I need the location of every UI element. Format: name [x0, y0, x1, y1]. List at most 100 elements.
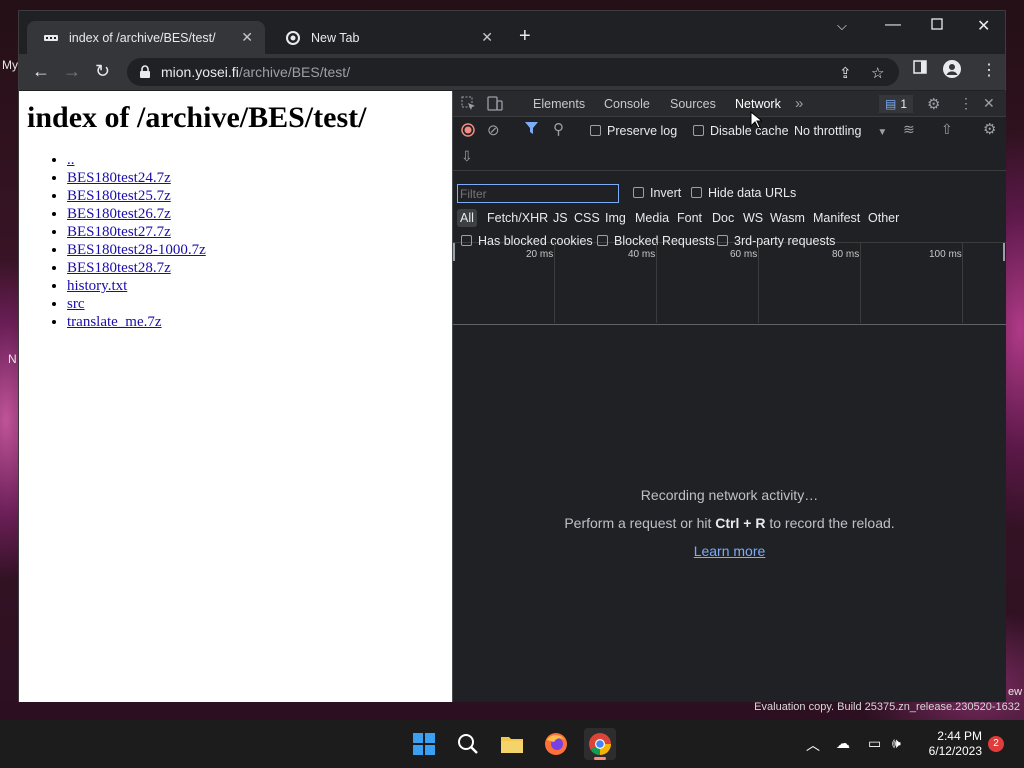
filter-input[interactable] — [457, 184, 619, 203]
timeline-right-handle[interactable] — [1003, 243, 1005, 261]
show-hidden-icons-chevron-icon[interactable]: ︿ — [806, 735, 820, 755]
file-link[interactable]: history.txt — [67, 278, 127, 294]
chrome-menu-icon[interactable]: ⋮ — [981, 60, 997, 80]
file-link[interactable]: translate_me.7z — [67, 314, 162, 330]
list-item: BES180test26.7z — [67, 205, 452, 223]
timeline-tick-label: 40 ms — [628, 249, 656, 260]
volume-icon[interactable]: 🕪 — [892, 735, 901, 752]
list-item: .. — [67, 151, 452, 169]
network-icon[interactable]: ▭ — [868, 735, 881, 752]
checkbox[interactable] — [691, 187, 702, 198]
type-filter-other[interactable]: Other — [865, 209, 902, 227]
checkbox[interactable] — [633, 187, 644, 198]
chrome-taskbar-icon[interactable] — [584, 728, 616, 760]
timeline-tick-label: 100 ms — [929, 249, 962, 260]
type-filter-font[interactable]: Font — [674, 209, 705, 227]
network-conditions-wifi-icon[interactable]: ≋ — [903, 121, 915, 138]
start-windows-icon[interactable] — [408, 728, 440, 760]
type-filter-wasm[interactable]: Wasm — [767, 209, 808, 227]
network-toolbar: ⊘ ⚲ Preserve log Disable cache No thrott… — [453, 117, 1006, 171]
file-link[interactable]: src — [67, 296, 85, 312]
close-tab-icon[interactable]: ✕ — [241, 29, 253, 46]
close-window-icon[interactable]: ✕ — [977, 16, 990, 36]
filter-funnel-icon[interactable] — [525, 122, 538, 138]
file-link[interactable]: BES180test25.7z — [67, 188, 171, 204]
file-link[interactable]: BES180test27.7z — [67, 224, 171, 240]
tab-elements[interactable]: Elements — [533, 97, 585, 111]
tab-network[interactable]: Network — [735, 97, 781, 111]
timeline-left-handle[interactable] — [453, 243, 455, 261]
invert-checkbox[interactable]: Invert — [633, 186, 681, 200]
preserve-log-checkbox[interactable]: Preserve log — [590, 124, 677, 138]
new-tab-plus-icon[interactable]: + — [519, 25, 531, 47]
inspect-element-icon[interactable] — [461, 96, 476, 114]
url-host: mion.yosei.fi — [161, 64, 239, 80]
file-link-parent[interactable]: .. — [67, 152, 75, 168]
export-har-download-icon[interactable]: ⇩ — [461, 148, 473, 165]
type-filter-all[interactable]: All — [457, 209, 477, 227]
network-settings-gear-icon[interactable]: ⚙ — [983, 120, 996, 138]
checkbox[interactable] — [693, 125, 704, 136]
type-filter-media[interactable]: Media — [632, 209, 672, 227]
clear-icon[interactable]: ⊘ — [487, 121, 500, 139]
firefox-icon[interactable] — [540, 728, 572, 760]
tab-index-archive[interactable]: index of /archive/BES/test/ ✕ — [27, 21, 265, 54]
file-link[interactable]: BES180test28-1000.7z — [67, 242, 206, 258]
side-panel-icon[interactable] — [913, 60, 927, 79]
checkbox[interactable] — [590, 125, 601, 136]
profile-avatar-icon[interactable] — [943, 60, 961, 83]
back-icon[interactable]: ← — [32, 60, 50, 82]
onedrive-cloud-icon[interactable]: ☁ — [836, 735, 850, 752]
hide-data-urls-checkbox[interactable]: Hide data URLs — [691, 186, 796, 200]
import-har-upload-icon[interactable]: ⇧ — [941, 121, 953, 138]
file-link[interactable]: BES180test26.7z — [67, 206, 171, 222]
notification-badge[interactable]: 2 — [988, 736, 1004, 752]
browser-toolbar: ← → ↻ mion.yosei.fi/archive/BES/test/ ⇪ … — [19, 54, 1005, 90]
device-toolbar-icon[interactable] — [487, 96, 503, 114]
lock-icon — [140, 65, 150, 78]
type-filter-fetch-xhr[interactable]: Fetch/XHR — [484, 209, 551, 227]
forward-icon[interactable]: → — [63, 60, 81, 82]
tab-sources[interactable]: Sources — [670, 97, 716, 111]
timeline-gridline — [962, 243, 963, 323]
type-filter-css[interactable]: CSS — [571, 209, 603, 227]
close-tab-icon[interactable]: ✕ — [481, 29, 493, 46]
address-bar[interactable]: mion.yosei.fi/archive/BES/test/ ⇪ ☆ — [127, 58, 899, 86]
browser-window: index of /archive/BES/test/ ✕ New Tab ✕ … — [18, 10, 1006, 702]
minimize-icon[interactable]: — — [885, 16, 901, 34]
system-clock[interactable]: 2:44 PM 6/12/2023 — [929, 729, 982, 759]
file-link[interactable]: BES180test28.7z — [67, 260, 171, 276]
learn-more-link[interactable]: Learn more — [694, 543, 766, 559]
tab-search-chevron-icon[interactable]: ⌵ — [837, 18, 847, 34]
devtools-menu-icon[interactable]: ⋮ — [959, 95, 973, 112]
type-filter-js[interactable]: JS — [550, 209, 571, 227]
share-icon[interactable]: ⇪ — [839, 64, 852, 82]
file-link[interactable]: BES180test24.7z — [67, 170, 171, 186]
tab-console[interactable]: Console — [604, 97, 650, 111]
settings-gear-icon[interactable]: ⚙ — [927, 95, 940, 113]
record-stop-icon[interactable] — [461, 123, 475, 140]
tab-new-tab[interactable]: New Tab ✕ — [269, 21, 505, 54]
issues-badge[interactable]: ▤ 1 — [879, 95, 914, 113]
search-icon[interactable] — [452, 728, 484, 760]
network-timeline-overview[interactable]: 20 ms 40 ms 60 ms 80 ms 100 ms — [453, 243, 1006, 325]
reload-icon[interactable]: ↻ — [95, 60, 110, 82]
bookmark-star-icon[interactable]: ☆ — [871, 64, 884, 82]
file-explorer-icon[interactable] — [496, 728, 528, 760]
throttling-select[interactable]: No throttling ▼ — [794, 124, 887, 138]
more-tabs-chevron-icon[interactable]: » — [795, 95, 803, 112]
list-item: BES180test27.7z — [67, 223, 452, 241]
active-app-indicator — [594, 757, 606, 760]
type-filter-doc[interactable]: Doc — [709, 209, 737, 227]
close-devtools-icon[interactable]: ✕ — [983, 95, 995, 112]
type-filter-img[interactable]: Img — [602, 209, 629, 227]
maximize-icon[interactable] — [931, 17, 943, 35]
issues-count: 1 — [900, 97, 908, 111]
search-icon[interactable]: ⚲ — [553, 120, 564, 138]
type-filter-ws[interactable]: WS — [740, 209, 766, 227]
list-item: history.txt — [67, 277, 452, 295]
type-filter-manifest[interactable]: Manifest — [810, 209, 863, 227]
disable-cache-checkbox[interactable]: Disable cache — [693, 124, 789, 138]
recording-message: Recording network activity… — [640, 487, 819, 503]
site-favicon-icon — [43, 30, 59, 46]
